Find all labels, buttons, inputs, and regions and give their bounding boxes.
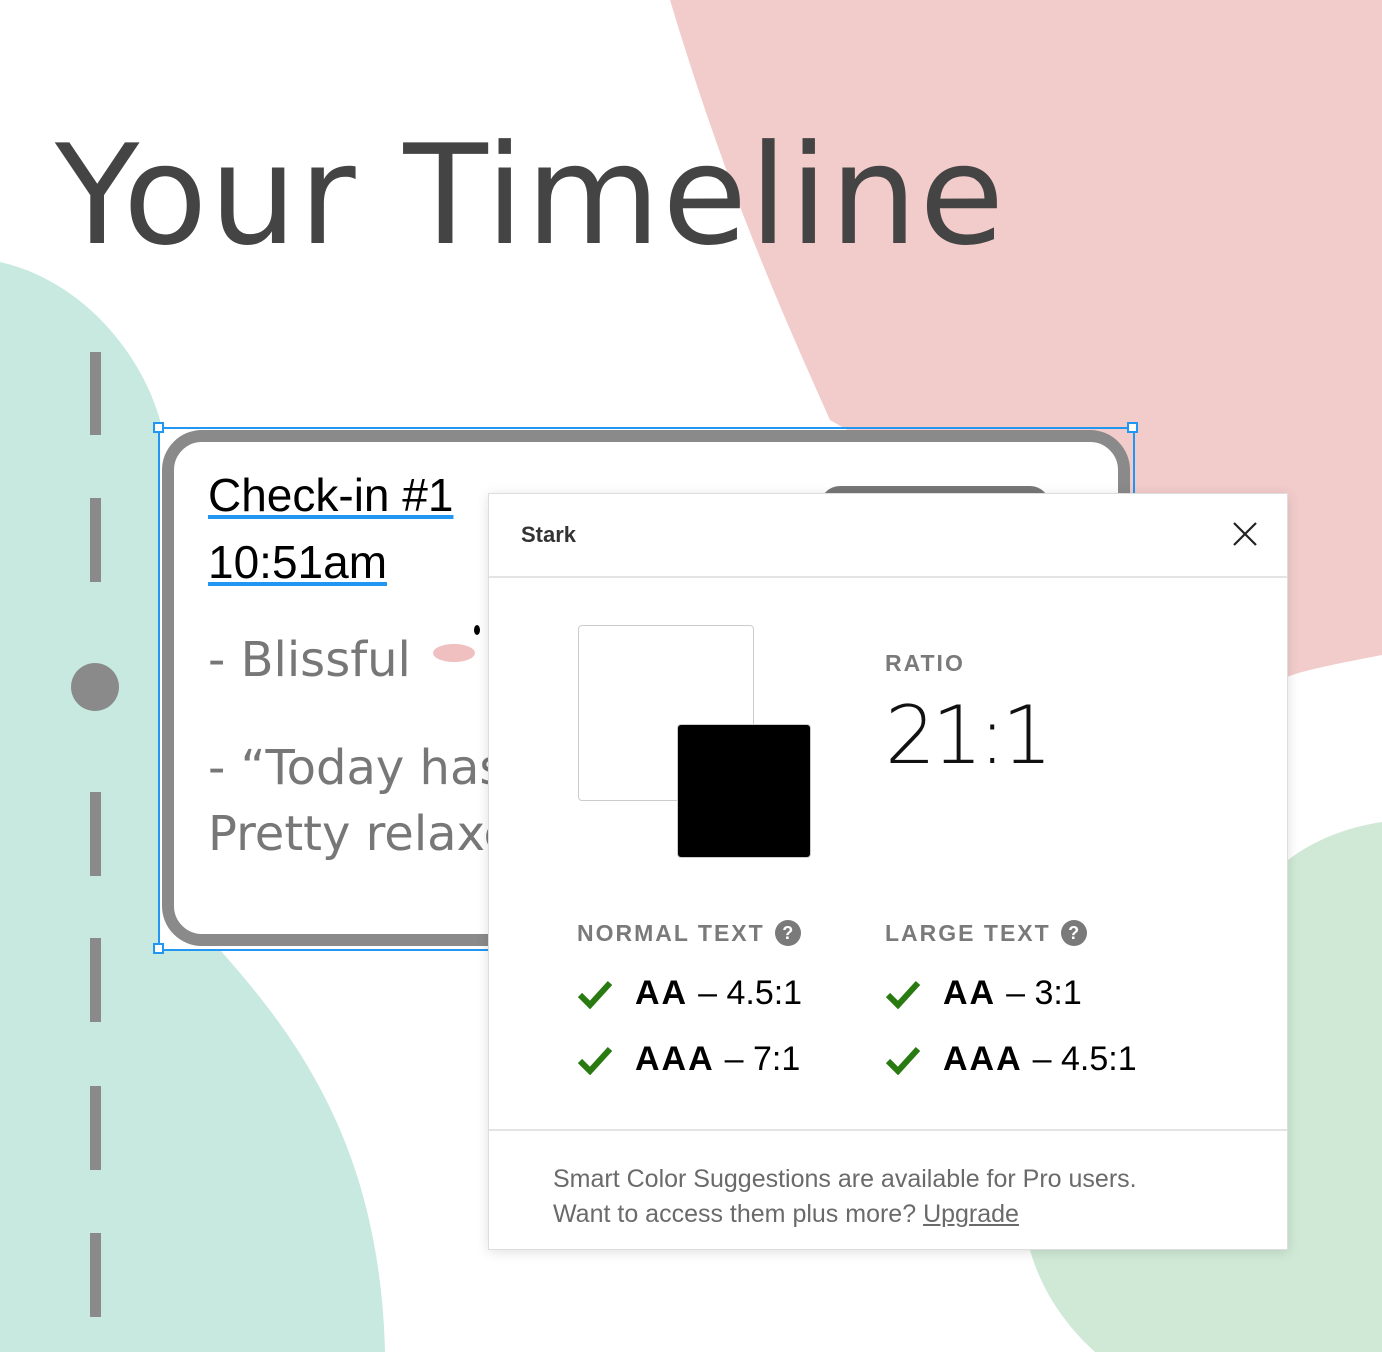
quote-line-1: - “Today has	[208, 740, 505, 796]
timeline-dot[interactable]	[71, 663, 119, 711]
checkmark-icon	[577, 1046, 613, 1075]
close-icon[interactable]	[1231, 520, 1259, 548]
resize-handle[interactable]	[1127, 422, 1138, 433]
ratio-label: RATIO	[885, 650, 965, 676]
checkin-time: 10:51am	[208, 536, 388, 588]
check-row: AAA – 7:1	[577, 1040, 800, 1079]
checkin-heading: Check-in #1	[208, 469, 454, 521]
resize-handle[interactable]	[153, 422, 164, 433]
check-level: AAA	[635, 1040, 715, 1078]
checkmark-icon	[577, 980, 613, 1009]
upgrade-link[interactable]: Upgrade	[923, 1200, 1019, 1228]
normal-text-label-text: NORMAL TEXT	[577, 920, 765, 946]
help-icon[interactable]: ?	[774, 920, 801, 946]
timeline-dash	[90, 1086, 101, 1170]
page-title: Your Timeline	[55, 115, 1007, 276]
footer-line-1: Smart Color Suggestions are available fo…	[553, 1165, 1137, 1193]
footer-line-2-text: Want to access them plus more?	[553, 1200, 924, 1228]
resize-handle[interactable]	[153, 943, 164, 954]
large-text-label: LARGE TEXT?	[885, 920, 1087, 947]
footer-divider	[489, 1129, 1287, 1131]
panel-header: Stark	[489, 494, 1287, 578]
timeline-dash	[90, 792, 101, 876]
check-value: – 4.5:1	[1032, 1040, 1137, 1078]
mood-text: - Blissful	[208, 632, 411, 688]
mood-emoji-icon	[433, 625, 480, 662]
check-value: – 7:1	[724, 1040, 801, 1078]
normal-text-label: NORMAL TEXT?	[577, 920, 801, 947]
large-text-label-text: LARGE TEXT	[885, 920, 1051, 946]
help-icon[interactable]: ?	[1060, 920, 1087, 946]
foreground-color-swatch[interactable]	[677, 724, 811, 858]
check-level: AAA	[943, 1040, 1023, 1078]
timeline-dash	[90, 938, 101, 1022]
stark-panel: Stark RATIO 21:1 NORMAL TEXT? LARGE TEXT…	[488, 493, 1288, 1250]
checkmark-icon	[885, 1046, 921, 1075]
footer-text: Smart Color Suggestions are available fo…	[553, 1162, 1137, 1232]
checkmark-icon	[885, 980, 921, 1009]
timeline-dash	[90, 352, 101, 435]
check-value: – 3:1	[1006, 974, 1082, 1012]
check-level: AA	[943, 974, 997, 1012]
check-level: AA	[635, 974, 689, 1012]
check-row: AA – 3:1	[885, 974, 1082, 1013]
footer-line-2: Want to access them plus more? Upgrade	[553, 1197, 1137, 1232]
timeline-dash	[90, 1233, 101, 1317]
panel-title: Stark	[521, 522, 577, 547]
timeline-dash	[90, 498, 101, 582]
ratio-value: 21:1	[885, 689, 1053, 782]
check-value: – 4.5:1	[698, 974, 803, 1012]
check-row: AAA – 4.5:1	[885, 1040, 1137, 1079]
check-row: AA – 4.5:1	[577, 974, 802, 1013]
